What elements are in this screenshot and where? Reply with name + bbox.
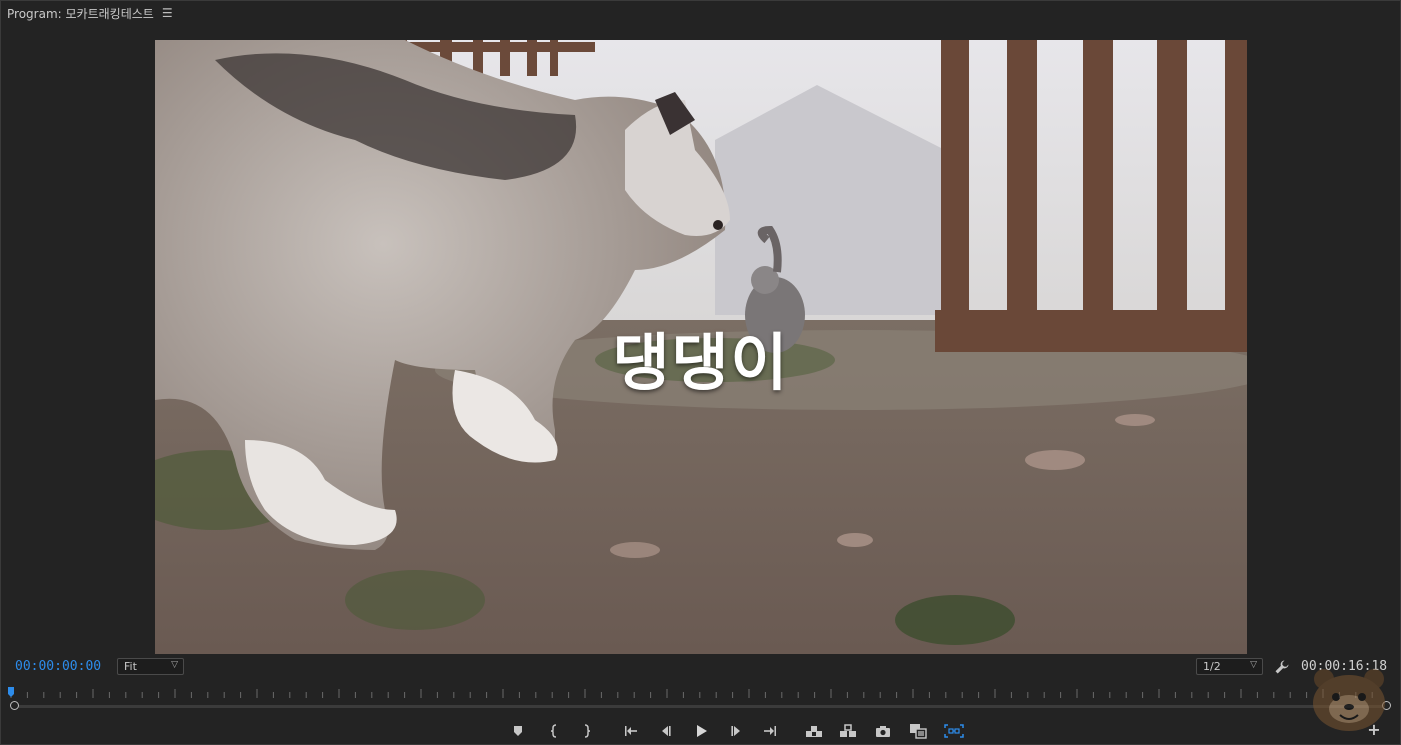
title-overlay-text: 댕댕이 xyxy=(612,326,790,399)
go-to-out-icon xyxy=(764,726,776,736)
camera-icon xyxy=(876,725,890,737)
playback-resolution-dropdown[interactable]: 1/2 ▽ xyxy=(1196,658,1263,675)
go-to-in-icon xyxy=(625,726,637,736)
zoom-scrollbar-track[interactable] xyxy=(15,705,1387,708)
step-back-button[interactable] xyxy=(655,720,677,742)
program-monitor-panel: Program: 모카트래킹테스트 ☰ 댕댕이 00:00:00:00 Fit … xyxy=(0,0,1401,745)
play-icon xyxy=(697,725,707,737)
go-to-in-button[interactable] xyxy=(620,720,642,742)
panel-title[interactable]: Program: 모카트래킹테스트 xyxy=(7,5,154,22)
zoom-level-dropdown[interactable]: Fit ▽ xyxy=(117,658,184,675)
play-button[interactable] xyxy=(690,720,712,742)
marker-icon xyxy=(514,726,522,736)
extract-icon xyxy=(840,724,856,737)
zoom-scrollbar-left-handle[interactable] xyxy=(10,701,19,710)
current-timecode[interactable]: 00:00:00:00 xyxy=(15,659,101,674)
lift-button[interactable] xyxy=(803,720,825,742)
add-marker-button[interactable] xyxy=(507,720,529,742)
mark-out-button[interactable] xyxy=(576,720,598,742)
step-forward-icon xyxy=(731,726,740,736)
go-to-out-button[interactable] xyxy=(759,720,781,742)
panel-header[interactable]: Program: 모카트래킹테스트 ☰ xyxy=(7,5,173,21)
comparison-view-button[interactable] xyxy=(907,720,929,742)
comparison-view-icon xyxy=(910,724,927,739)
program-viewer[interactable]: 댕댕이 xyxy=(155,40,1247,654)
time-ruler[interactable] xyxy=(9,687,1387,699)
hamburger-menu-icon[interactable]: ☰ xyxy=(162,6,173,20)
proxy-icon xyxy=(944,724,964,738)
proxy-toggle-button[interactable] xyxy=(943,720,965,742)
mark-in-icon xyxy=(550,724,557,738)
chevron-down-icon: ▽ xyxy=(1250,660,1257,670)
mark-in-button[interactable] xyxy=(543,720,565,742)
button-editor-plus-button[interactable]: + xyxy=(1367,722,1381,738)
step-back-icon xyxy=(662,726,671,736)
lift-icon xyxy=(806,726,822,737)
transport-controls-bar xyxy=(1,720,1401,742)
export-frame-button[interactable] xyxy=(872,720,894,742)
playback-resolution-value: 1/2 xyxy=(1203,660,1221,673)
chevron-down-icon: ▽ xyxy=(171,660,178,670)
zoom-level-value: Fit xyxy=(124,660,137,673)
extract-button[interactable] xyxy=(837,720,859,742)
wrench-icon[interactable] xyxy=(1274,659,1290,675)
step-forward-button[interactable] xyxy=(725,720,747,742)
mark-out-icon xyxy=(584,724,591,738)
